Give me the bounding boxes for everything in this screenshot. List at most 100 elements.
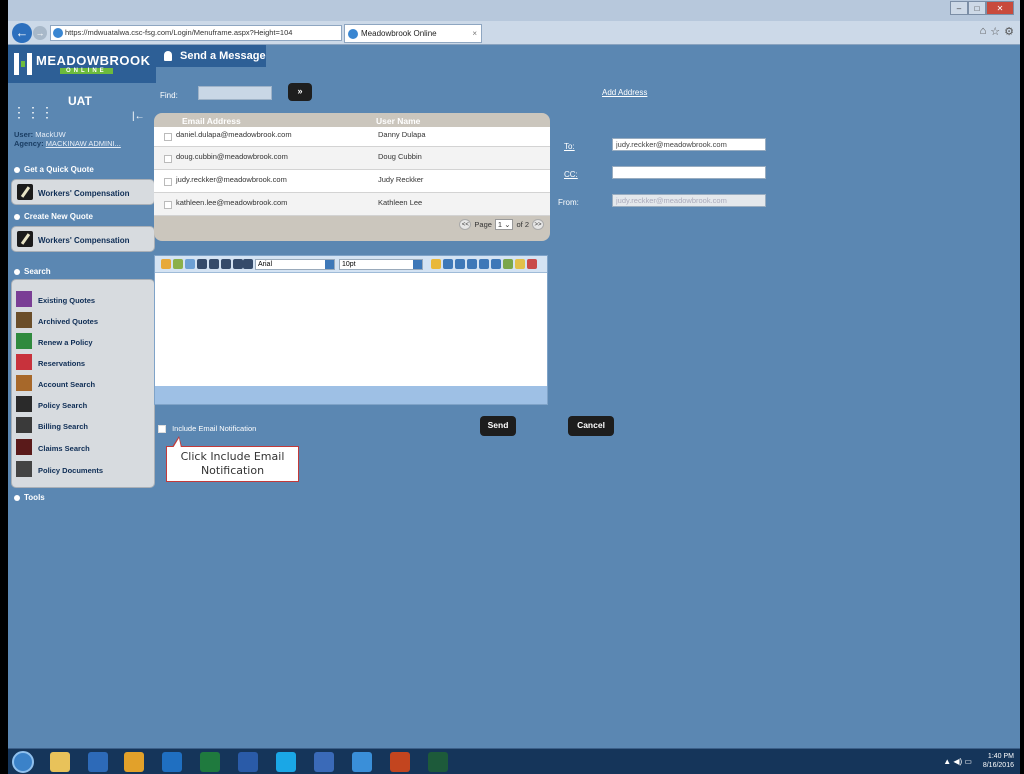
home-icon[interactable]: ⌂ bbox=[980, 25, 987, 38]
taskbar-app-word[interactable] bbox=[238, 752, 258, 772]
include-notification-option[interactable]: Include Email Notification bbox=[158, 424, 256, 434]
favorites-icon[interactable]: ☆ bbox=[990, 25, 1000, 38]
maximize-button[interactable]: □ bbox=[968, 1, 986, 15]
claims-search-icon bbox=[16, 439, 32, 455]
include-notification-checkbox[interactable] bbox=[158, 425, 166, 434]
add-address-link[interactable]: Add Address bbox=[602, 88, 647, 97]
policy-search-icon bbox=[16, 396, 32, 412]
sidebar-item-renew-policy[interactable]: Renew a Policy bbox=[16, 332, 152, 352]
app-logo[interactable]: MEADOWBROOK ONLINE bbox=[8, 45, 156, 83]
user-column-header[interactable]: User Name bbox=[376, 116, 420, 126]
search-header[interactable]: Search bbox=[14, 267, 51, 276]
taskbar-app-excel[interactable] bbox=[200, 752, 220, 772]
reservations-icon bbox=[16, 354, 32, 370]
italic-icon[interactable] bbox=[209, 259, 219, 269]
bullet-list-icon[interactable] bbox=[479, 259, 489, 269]
browser-tab[interactable]: Meadowbrook Online × bbox=[344, 24, 482, 43]
prev-page-button[interactable]: << bbox=[459, 219, 472, 230]
indent-icon[interactable] bbox=[233, 259, 243, 269]
to-link[interactable]: To: bbox=[564, 142, 575, 151]
next-page-button[interactable]: >> bbox=[532, 219, 544, 230]
insert-image-icon[interactable] bbox=[503, 259, 513, 269]
tray-icons[interactable]: ▲ ◀) ▭ bbox=[943, 757, 972, 766]
sidebar-item-archived-quotes[interactable]: Archived Quotes bbox=[16, 311, 152, 331]
underline-icon[interactable] bbox=[221, 259, 231, 269]
cc-link[interactable]: CC: bbox=[564, 170, 578, 179]
taskbar-app-chrome[interactable] bbox=[124, 752, 144, 772]
cc-field[interactable] bbox=[612, 166, 766, 179]
row-checkbox[interactable] bbox=[164, 178, 172, 186]
tutorial-callout: Click Include Email Notification bbox=[166, 436, 299, 482]
row-checkbox[interactable] bbox=[164, 155, 172, 163]
outdent-icon[interactable] bbox=[243, 259, 253, 269]
align-right-icon[interactable] bbox=[455, 259, 465, 269]
address-bar[interactable]: https://mdwuatalwa.csc-fsg.com/Login/Men… bbox=[50, 25, 342, 41]
taskbar-app-captivate[interactable] bbox=[428, 752, 448, 772]
align-left-icon[interactable] bbox=[431, 259, 441, 269]
send-button[interactable]: Send bbox=[480, 416, 516, 436]
screen: – □ ✕ ← → https://mdwuatalwa.csc-fsg.com… bbox=[8, 0, 1020, 748]
font-family-select[interactable]: Arial bbox=[255, 259, 335, 270]
numbered-list-icon[interactable] bbox=[491, 259, 501, 269]
create-new-quote-header[interactable]: Create New Quote bbox=[14, 212, 93, 221]
contact-row[interactable]: doug.cubbin@meadowbrook.com Doug Cubbin bbox=[154, 147, 550, 170]
taskbar-app-media[interactable] bbox=[88, 752, 108, 772]
agency-value[interactable]: MACKINAW ADMINI... bbox=[46, 139, 121, 148]
clock-time: 1:40 PM bbox=[987, 753, 1014, 760]
taskbar-app-visio[interactable] bbox=[314, 752, 334, 772]
sidebar-item-reservations[interactable]: Reservations bbox=[16, 353, 152, 373]
minimize-button[interactable]: – bbox=[950, 1, 968, 15]
contact-row[interactable]: judy.reckker@meadowbrook.com Judy Reckke… bbox=[154, 170, 550, 193]
email-column-header[interactable]: Email Address bbox=[182, 116, 241, 126]
font-size-select[interactable]: 10pt bbox=[339, 259, 423, 270]
get-quick-quote-header[interactable]: Get a Quick Quote bbox=[14, 165, 94, 174]
link-icon[interactable] bbox=[515, 259, 525, 269]
to-field[interactable] bbox=[612, 138, 766, 151]
font-size-value: 10pt bbox=[342, 261, 356, 268]
align-center-icon[interactable] bbox=[443, 259, 453, 269]
contact-email: doug.cubbin@meadowbrook.com bbox=[176, 152, 288, 161]
taskbar-app-powerpoint[interactable] bbox=[390, 752, 410, 772]
collapse-sidebar-icon[interactable]: |← bbox=[132, 111, 145, 122]
page-select[interactable]: 1 ⌄ bbox=[494, 219, 514, 230]
contact-row[interactable]: daniel.dulapa@meadowbrook.com Danny Dula… bbox=[154, 127, 550, 147]
justify-icon[interactable] bbox=[467, 259, 477, 269]
sidebar-item-existing-quotes[interactable]: Existing Quotes bbox=[16, 290, 152, 310]
new-quote-workers-comp[interactable]: Workers' Compensation bbox=[11, 226, 155, 252]
taskbar-app-file-explorer[interactable] bbox=[50, 752, 70, 772]
paste-icon[interactable] bbox=[185, 259, 195, 269]
page-select-value: 1 bbox=[497, 220, 503, 229]
font-color-icon[interactable] bbox=[527, 259, 537, 269]
row-checkbox[interactable] bbox=[164, 133, 172, 141]
cut-icon[interactable] bbox=[161, 259, 171, 269]
quick-quote-workers-comp[interactable]: Workers' Compensation bbox=[11, 179, 155, 205]
taskbar-app-skype[interactable] bbox=[276, 752, 296, 772]
taskbar-app-outlook[interactable] bbox=[162, 752, 182, 772]
apps-grid-icon[interactable]: ⋮⋮⋮ bbox=[12, 104, 54, 121]
close-window-button[interactable]: ✕ bbox=[986, 1, 1014, 15]
tools-header[interactable]: Tools bbox=[14, 493, 45, 502]
cancel-button[interactable]: Cancel bbox=[568, 416, 614, 436]
contacts-grid: Email Address User Name daniel.dulapa@me… bbox=[154, 113, 550, 241]
pencil-icon bbox=[17, 184, 33, 200]
taskbar-app-internet-explorer[interactable] bbox=[352, 752, 372, 772]
contact-row[interactable]: kathleen.lee@meadowbrook.com Kathleen Le… bbox=[154, 193, 550, 216]
editor-body[interactable] bbox=[155, 273, 547, 386]
gear-icon[interactable]: ⚙ bbox=[1004, 25, 1014, 38]
tab-close-icon[interactable]: × bbox=[472, 25, 477, 42]
sidebar-item-account-search[interactable]: Account Search bbox=[16, 374, 152, 394]
forward-button[interactable]: → bbox=[33, 26, 47, 40]
copy-icon[interactable] bbox=[173, 259, 183, 269]
find-go-button[interactable]: » bbox=[288, 83, 312, 101]
sidebar-item-billing-search[interactable]: Billing Search bbox=[16, 416, 152, 436]
row-checkbox[interactable] bbox=[164, 201, 172, 209]
clock[interactable]: 1:40 PM 8/16/2016 bbox=[983, 752, 1014, 770]
editor-status-bar bbox=[155, 386, 547, 404]
bold-icon[interactable] bbox=[197, 259, 207, 269]
sidebar-item-claims-search[interactable]: Claims Search bbox=[16, 438, 152, 458]
sidebar-item-policy-documents[interactable]: Policy Documents bbox=[16, 460, 152, 480]
back-button[interactable]: ← bbox=[12, 23, 32, 43]
sidebar-item-policy-search[interactable]: Policy Search bbox=[16, 395, 152, 415]
find-input[interactable] bbox=[198, 86, 272, 100]
start-button[interactable] bbox=[12, 751, 34, 773]
